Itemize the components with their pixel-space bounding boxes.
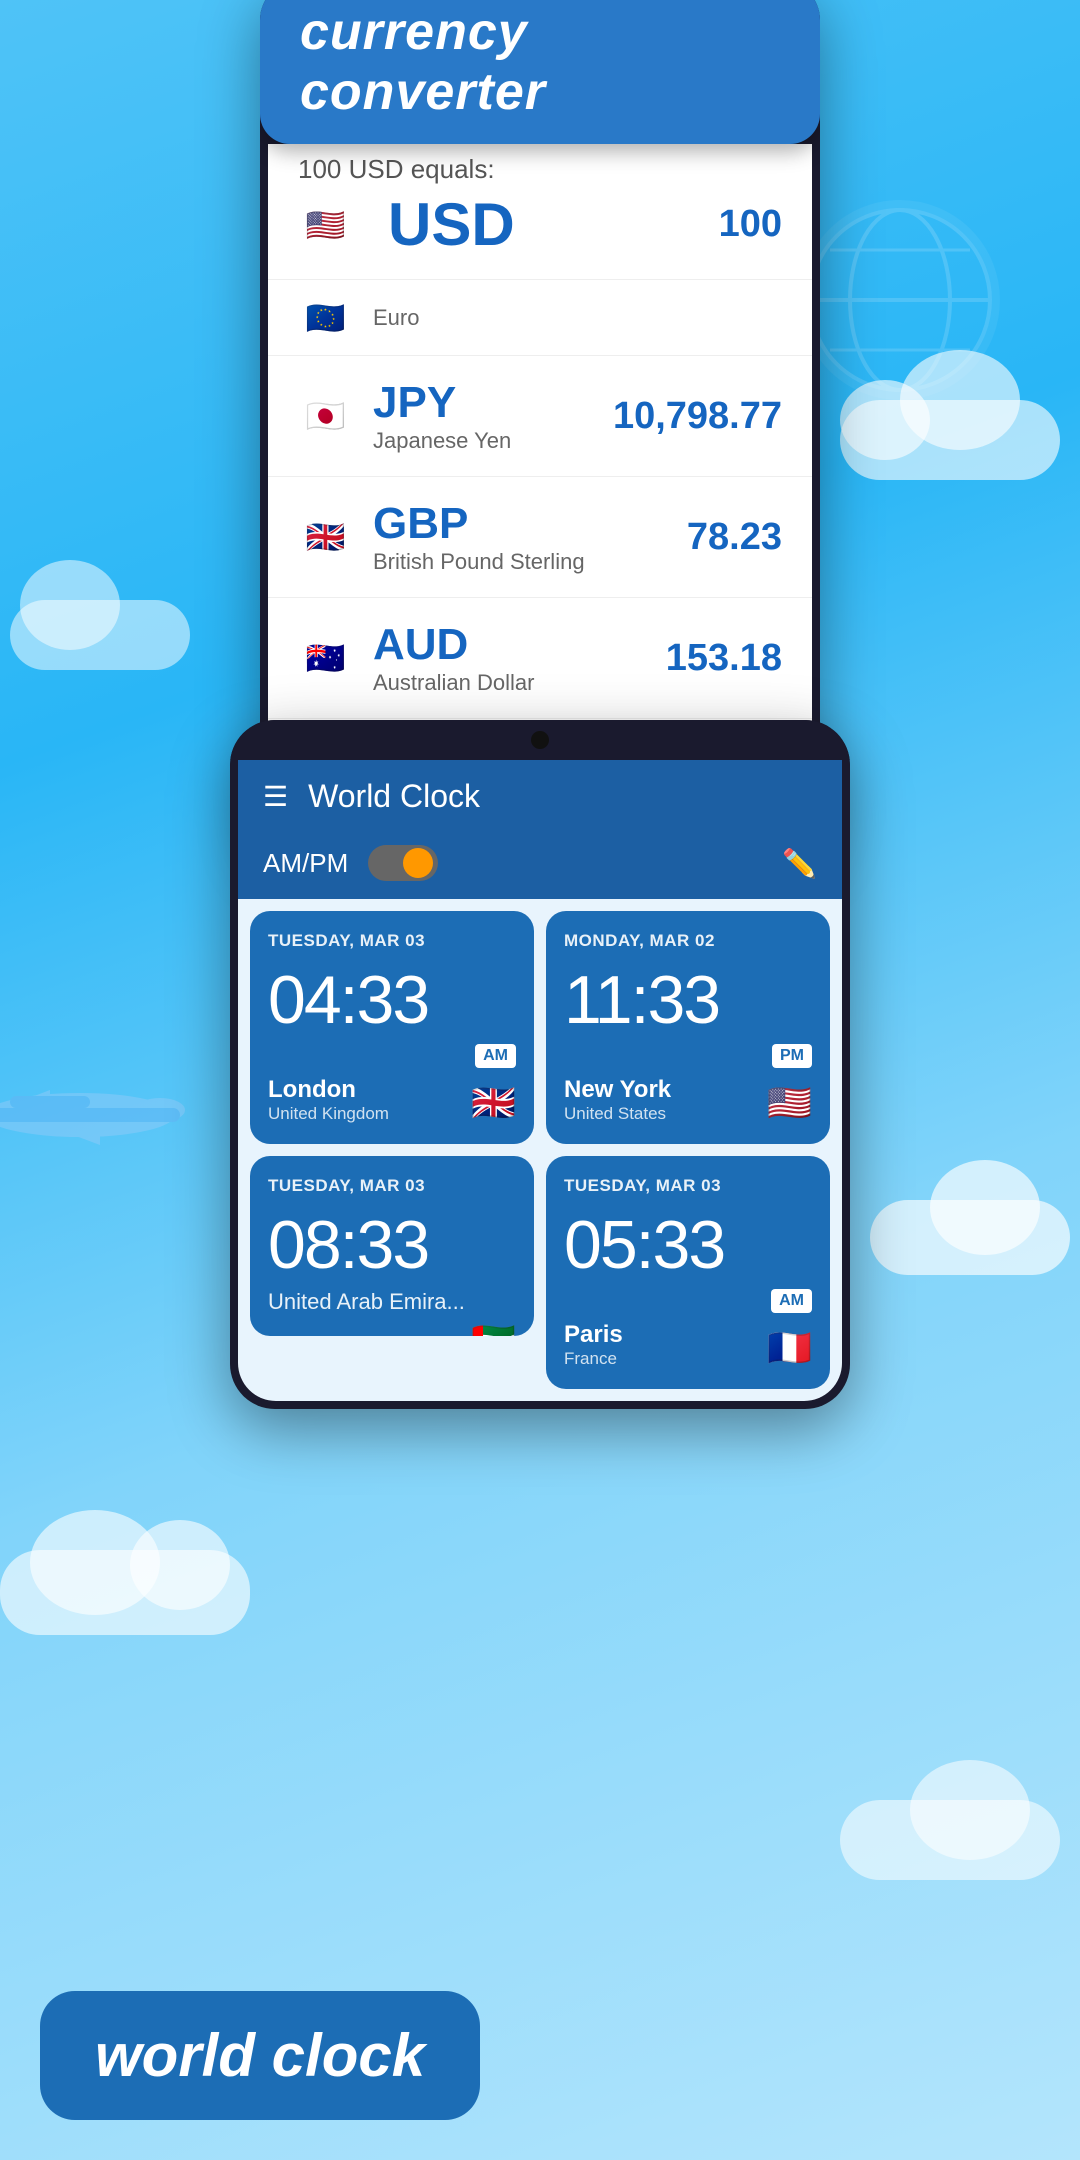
aud-code: AUD: [373, 620, 666, 670]
newyork-date: MONDAY, MAR 02: [564, 931, 812, 951]
aud-name: Australian Dollar: [373, 670, 666, 696]
jpy-amount: 10,798.77: [613, 395, 782, 438]
paris-flag: 🇫🇷: [767, 1327, 812, 1369]
usd-amount: 100: [719, 203, 782, 246]
phone-notch: [230, 720, 850, 760]
gbp-name: British Pound Sterling: [373, 549, 687, 575]
london-clock-card: TUESDAY, MAR 03 04:33 AM London United K…: [250, 911, 534, 1144]
jpy-flag: 🇯🇵: [298, 389, 353, 444]
ampm-label: AM/PM: [263, 848, 348, 879]
paris-period: AM: [771, 1289, 812, 1313]
gbp-amount: 78.23: [687, 516, 782, 559]
paris-date: TUESDAY, MAR 03: [564, 1176, 812, 1196]
hamburger-icon[interactable]: ☰: [263, 783, 288, 811]
toggle-knob: [403, 848, 433, 878]
eur-row: 🇪🇺 Euro: [268, 280, 812, 356]
paris-clock-card: TUESDAY, MAR 03 05:33 AM Paris France 🇫🇷: [546, 1156, 830, 1389]
world-clock-banner-text: world clock: [95, 2022, 425, 2089]
aud-amount: 153.18: [666, 637, 782, 680]
world-clock-screen: ☰ World Clock AM/PM ✏️ TUESDAY, MAR 03 0…: [238, 760, 842, 1401]
london-flag: 🇬🇧: [471, 1082, 516, 1124]
paris-city-row: Paris France 🇫🇷: [564, 1321, 812, 1369]
london-date: TUESDAY, MAR 03: [268, 931, 516, 951]
jpy-row: 🇯🇵 JPY Japanese Yen 10,798.77: [268, 356, 812, 477]
currency-banner-text: currency converter: [300, 3, 546, 121]
world-clock-phone: ☰ World Clock AM/PM ✏️ TUESDAY, MAR 03 0…: [230, 720, 850, 1409]
world-clock-banner: world clock: [40, 1991, 480, 2120]
newyork-time: 11:33: [564, 966, 812, 1034]
gbp-row: 🇬🇧 GBP British Pound Sterling 78.23: [268, 477, 812, 598]
paris-country: France: [564, 1349, 623, 1369]
ampm-toggle[interactable]: [368, 845, 438, 881]
london-country: United Kingdom: [268, 1104, 389, 1124]
newyork-country: United States: [564, 1104, 671, 1124]
london-city: London: [268, 1076, 389, 1104]
usd-code: USD: [388, 190, 719, 259]
paris-time: 05:33: [564, 1211, 812, 1279]
uae-date: TUESDAY, MAR 03: [268, 1176, 516, 1196]
clock-grid: TUESDAY, MAR 03 04:33 AM London United K…: [238, 899, 842, 1401]
usd-flag: 🇺🇸: [298, 197, 353, 252]
uae-city: United Arab Emira...: [268, 1289, 516, 1315]
newyork-clock-card: MONDAY, MAR 02 11:33 PM New York United …: [546, 911, 830, 1144]
notch-camera: [531, 731, 549, 749]
converter-header: 100 USD equals:: [298, 154, 782, 185]
jpy-name: Japanese Yen: [373, 428, 613, 454]
paris-city: Paris: [564, 1321, 623, 1349]
world-clock-subheader: AM/PM ✏️: [238, 833, 842, 899]
world-clock-header: ☰ World Clock: [238, 760, 842, 833]
uae-clock-card: TUESDAY, MAR 03 08:33 United Arab Emira.…: [250, 1156, 534, 1336]
newyork-flag: 🇺🇸: [767, 1082, 812, 1124]
newyork-period: PM: [772, 1044, 812, 1068]
jpy-code: JPY: [373, 378, 613, 428]
usd-section: 100 USD equals: 🇺🇸 USD 100: [268, 144, 812, 280]
london-time: 04:33: [268, 966, 516, 1034]
london-period: AM: [475, 1044, 516, 1068]
eur-flag: 🇪🇺: [298, 290, 353, 345]
currency-banner: currency converter: [260, 0, 820, 144]
aud-flag: 🇦🇺: [298, 631, 353, 686]
eur-name: Euro: [373, 305, 782, 331]
uae-time: 08:33: [268, 1211, 516, 1279]
newyork-city: New York: [564, 1076, 671, 1104]
london-city-row: London United Kingdom 🇬🇧: [268, 1076, 516, 1124]
gbp-code: GBP: [373, 499, 687, 549]
aud-row: 🇦🇺 AUD Australian Dollar 153.18: [268, 598, 812, 719]
newyork-city-row: New York United States 🇺🇸: [564, 1076, 812, 1124]
world-clock-title: World Clock: [308, 778, 817, 815]
gbp-flag: 🇬🇧: [298, 510, 353, 565]
edit-icon[interactable]: ✏️: [782, 847, 817, 880]
